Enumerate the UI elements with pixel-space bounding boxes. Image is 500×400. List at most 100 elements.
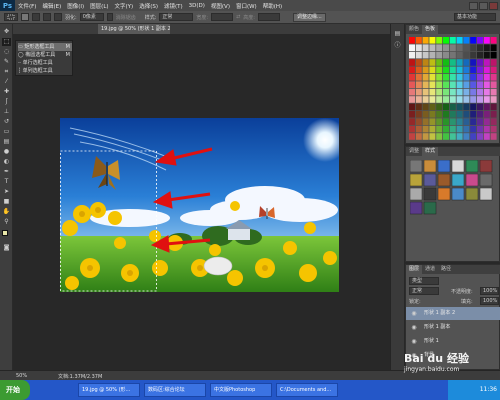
swatch[interactable]: [477, 51, 483, 59]
swatch[interactable]: [477, 74, 483, 81]
style-thumbnail[interactable]: [479, 160, 493, 173]
swatch[interactable]: [436, 88, 443, 96]
swatch[interactable]: [456, 88, 463, 96]
swatch[interactable]: [483, 66, 490, 74]
swatch[interactable]: [449, 81, 456, 88]
swatch[interactable]: [449, 111, 456, 118]
start-button[interactable]: 开始: [0, 380, 30, 400]
swatch[interactable]: [483, 96, 490, 103]
swatch[interactable]: [409, 133, 415, 140]
taskbar-item[interactable]: C:\Documents and...: [276, 383, 338, 397]
swatch[interactable]: [470, 118, 477, 125]
swatch[interactable]: [477, 44, 483, 51]
swatch[interactable]: [463, 111, 470, 118]
swatch[interactable]: [456, 74, 463, 81]
swatch[interactable]: [409, 51, 415, 59]
swatch[interactable]: [436, 51, 443, 59]
swatch[interactable]: [429, 133, 436, 140]
swatch[interactable]: [422, 44, 429, 51]
swatch[interactable]: [477, 125, 483, 133]
style-thumbnail[interactable]: [465, 160, 479, 173]
swatch[interactable]: [463, 103, 470, 111]
swatch[interactable]: [422, 103, 429, 111]
swatch[interactable]: [477, 103, 483, 111]
swatch[interactable]: [422, 125, 429, 133]
style-thumbnail[interactable]: [423, 160, 437, 173]
tab-channels[interactable]: 通道: [422, 265, 438, 274]
swatch[interactable]: [429, 51, 436, 59]
swatch[interactable]: [422, 59, 429, 66]
fill-input[interactable]: 100%: [480, 297, 499, 305]
swatch[interactable]: [443, 118, 449, 125]
swatch[interactable]: [429, 37, 436, 44]
swatch[interactable]: [415, 111, 422, 118]
swatch[interactable]: [470, 37, 477, 44]
swatch[interactable]: [470, 66, 477, 74]
swatch[interactable]: [470, 51, 477, 59]
move-tool-icon[interactable]: ✥: [2, 28, 11, 36]
style-thumbnail[interactable]: [479, 173, 493, 187]
swatch[interactable]: [470, 74, 477, 81]
flyout-item-single-row-marquee[interactable]: ┄ 单行选框工具: [18, 59, 72, 67]
swatch[interactable]: [490, 59, 497, 66]
swatch[interactable]: [477, 96, 483, 103]
document-canvas[interactable]: [60, 118, 339, 292]
swatch[interactable]: [429, 44, 436, 51]
shape-tool-icon[interactable]: ■: [2, 198, 11, 206]
swatch[interactable]: [456, 59, 463, 66]
swatch[interactable]: [409, 88, 415, 96]
swatch[interactable]: [477, 111, 483, 118]
swatch[interactable]: [483, 103, 490, 111]
blur-tool-icon[interactable]: ●: [2, 148, 11, 156]
swatch[interactable]: [456, 37, 463, 44]
swatch[interactable]: [415, 66, 422, 74]
style-thumbnail[interactable]: [465, 173, 479, 187]
eye-icon[interactable]: ◉: [409, 321, 419, 334]
swatch[interactable]: [483, 133, 490, 140]
swatch[interactable]: [443, 96, 449, 103]
close-button[interactable]: [489, 1, 498, 10]
swatch[interactable]: [483, 37, 490, 44]
swatch[interactable]: [436, 125, 443, 133]
swatch[interactable]: [449, 125, 456, 133]
menu-3d[interactable]: 3D(D): [186, 3, 208, 9]
tab-styles[interactable]: 样式: [422, 147, 439, 156]
swatch[interactable]: [456, 133, 463, 140]
swatch[interactable]: [477, 81, 483, 88]
layer-row[interactable]: 形状 1 副本 2: [424, 307, 499, 320]
layer-row[interactable]: 形状 1 副本: [424, 321, 499, 334]
swap-dimensions-icon[interactable]: ⇄: [236, 14, 240, 20]
swatch[interactable]: [415, 51, 422, 59]
blend-mode-select[interactable]: 正常: [409, 287, 439, 295]
menu-help[interactable]: 帮助(H): [260, 2, 285, 10]
feather-input[interactable]: 0像素: [79, 13, 104, 21]
document-tab[interactable]: 19.jpg @ 50% (形状 1 副本 2, RGB/8#) *: [98, 24, 170, 34]
swatch[interactable]: [409, 118, 415, 125]
swatch[interactable]: [470, 88, 477, 96]
swatch[interactable]: [483, 59, 490, 66]
swatch[interactable]: [470, 133, 477, 140]
swatch[interactable]: [429, 74, 436, 81]
quick-mask-icon[interactable]: ◙: [2, 244, 11, 252]
style-thumbnail[interactable]: [437, 187, 451, 201]
menu-select[interactable]: 选择(S): [136, 2, 161, 10]
swatch[interactable]: [477, 88, 483, 96]
swatch[interactable]: [429, 59, 436, 66]
path-selection-tool-icon[interactable]: ➤: [2, 188, 11, 196]
swatch[interactable]: [477, 37, 483, 44]
swatch[interactable]: [415, 37, 422, 44]
swatch[interactable]: [490, 44, 497, 51]
swatch[interactable]: [436, 111, 443, 118]
new-selection-icon[interactable]: [21, 13, 29, 21]
swatch[interactable]: [443, 133, 449, 140]
swatch[interactable]: [443, 111, 449, 118]
swatch[interactable]: [415, 81, 422, 88]
swatch[interactable]: [470, 125, 477, 133]
menu-edit[interactable]: 编辑(E): [39, 2, 64, 10]
swatch[interactable]: [463, 66, 470, 74]
swatch[interactable]: [477, 59, 483, 66]
properties-panel-icon[interactable]: ⓘ: [393, 42, 402, 50]
swatch[interactable]: [436, 81, 443, 88]
swatch[interactable]: [429, 96, 436, 103]
swatch[interactable]: [422, 66, 429, 74]
